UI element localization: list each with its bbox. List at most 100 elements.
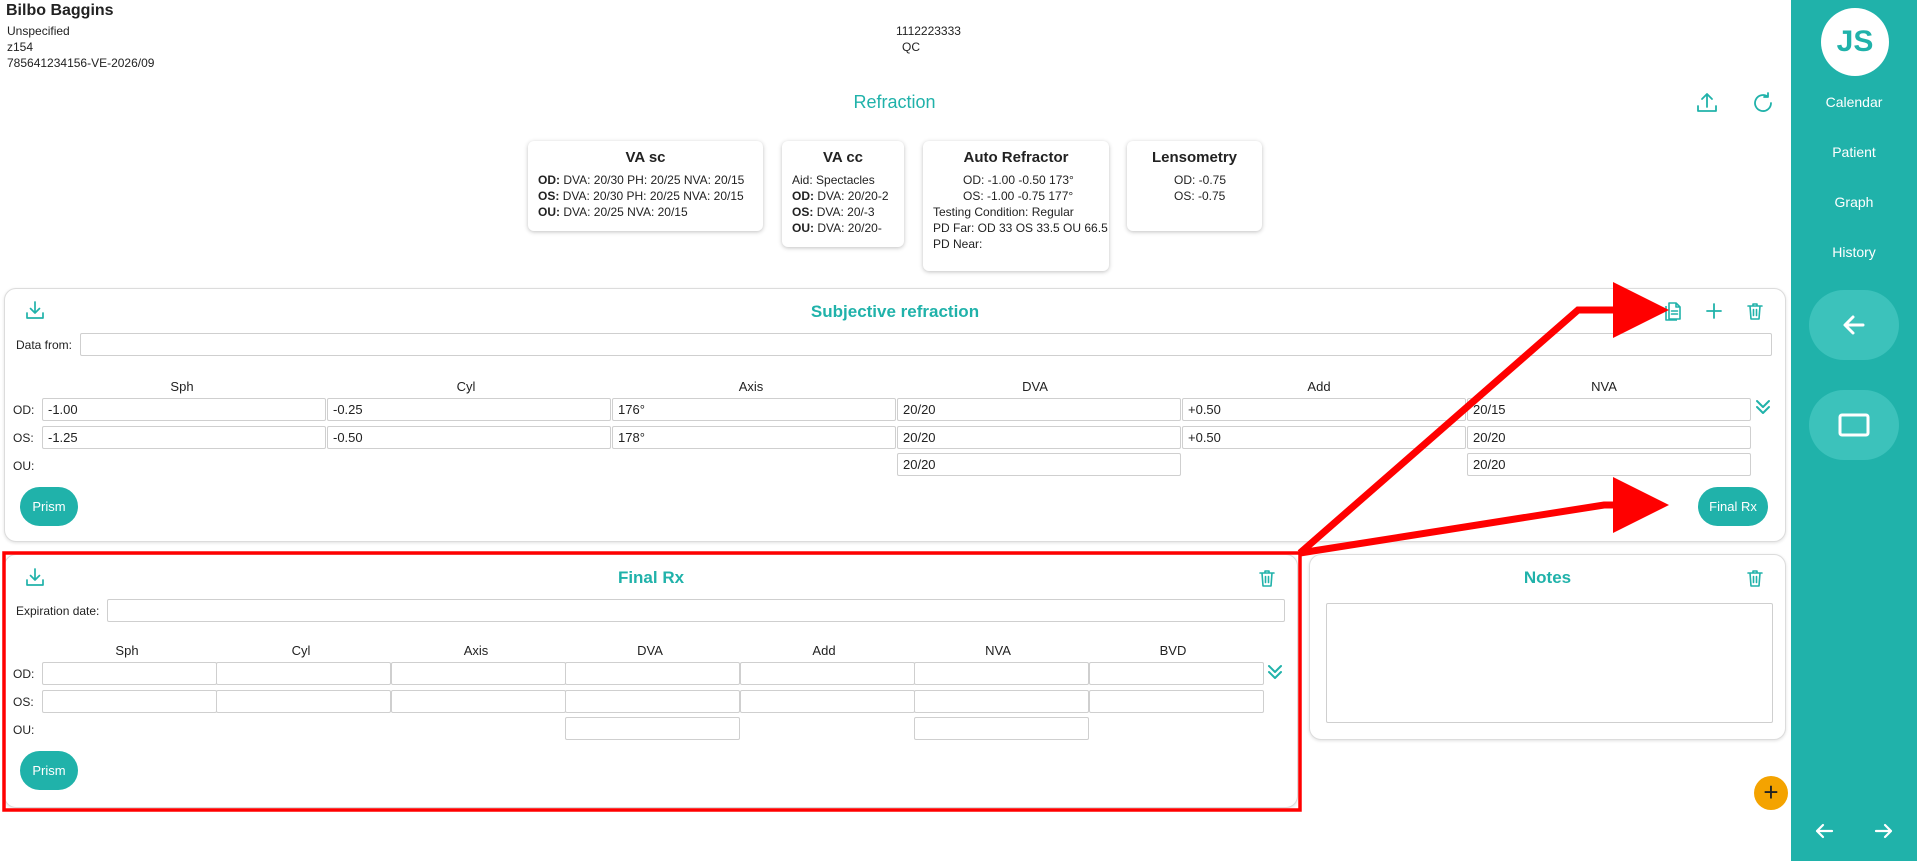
subjective-refraction-title: Subjective refraction [810, 302, 980, 321]
sidebar-item-calendar[interactable]: Calendar [1791, 94, 1917, 110]
od-axis-input[interactable] [612, 398, 896, 421]
col-dva: DVA [1022, 379, 1048, 394]
rx-os-dva-input[interactable] [565, 690, 740, 713]
auto-refractor-os: OS: -1.00 -0.75 177° [963, 189, 1074, 203]
arrow-left-icon [1815, 823, 1834, 839]
page-title: Refraction [853, 92, 936, 112]
notes-title: Notes [1523, 568, 1572, 587]
sidebar-item-patient[interactable]: Patient [1791, 144, 1917, 160]
prev-arrow-button[interactable] [1811, 818, 1837, 844]
patient-file-number: 785641234156-VE-2026/09 [7, 56, 155, 70]
add-fab-button[interactable]: + [1754, 776, 1788, 810]
row-label-ou: OU: [13, 459, 35, 473]
va-sc-title: VA sc [625, 149, 666, 166]
final-rx-title: Final Rx [617, 568, 685, 587]
rx-ou-dva-input[interactable] [565, 717, 740, 740]
ou-dva-input[interactable] [897, 453, 1181, 476]
os-nva-input[interactable] [1467, 426, 1751, 449]
plus-icon[interactable] [1703, 300, 1725, 322]
ou-nva-input[interactable] [1467, 453, 1751, 476]
trash-icon[interactable] [1256, 567, 1278, 589]
rx-col-nva: NVA [985, 643, 1011, 658]
upload-icon[interactable] [1694, 90, 1720, 116]
rx-os-cyl-input[interactable] [216, 690, 391, 713]
row-label-od: OD: [13, 403, 35, 417]
patient-gender: Unspecified [7, 24, 70, 38]
rx-od-axis-input[interactable] [391, 662, 566, 685]
sidebar-item-history[interactable]: History [1791, 244, 1917, 260]
prism-button[interactable]: Prism [20, 487, 78, 526]
os-dva-input[interactable] [897, 426, 1181, 449]
rx-os-axis-input[interactable] [391, 690, 566, 713]
rx-od-nva-input[interactable] [914, 662, 1089, 685]
va-cc-os: OS: DVA: 20/-3 [792, 205, 875, 219]
refresh-icon[interactable] [1750, 90, 1776, 116]
auto-refractor-title: Auto Refractor [963, 149, 1069, 166]
rx-od-cyl-input[interactable] [216, 662, 391, 685]
od-cyl-input[interactable] [327, 398, 611, 421]
rx-col-bvd: BVD [1159, 643, 1187, 658]
os-add-input[interactable] [1182, 426, 1466, 449]
rx-od-add-input[interactable] [740, 662, 915, 685]
rx-os-add-input[interactable] [740, 690, 915, 713]
od-nva-input[interactable] [1467, 398, 1751, 421]
va-sc-card[interactable]: VA sc OD: DVA: 20/30 PH: 20/25 NVA: 20/1… [528, 141, 763, 231]
rx-col-cyl: Cyl [291, 643, 311, 658]
va-cc-ou: OU: DVA: 20/20- [792, 221, 882, 235]
rx-os-bvd-input[interactable] [1089, 690, 1264, 713]
va-cc-card[interactable]: VA cc Aid: Spectacles OD: DVA: 20/20-2 O… [782, 141, 904, 247]
next-arrow-button[interactable] [1871, 818, 1897, 844]
rx-col-axis: Axis [463, 643, 489, 658]
window-button[interactable] [1809, 390, 1899, 460]
rx-od-dva-input[interactable] [565, 662, 740, 685]
rx-row-label-ou: OU: [13, 723, 35, 737]
trash-icon[interactable] [1744, 300, 1766, 322]
back-button[interactable] [1809, 290, 1899, 360]
col-sph: Sph [170, 379, 194, 394]
od-sph-input[interactable] [42, 398, 326, 421]
rx-os-nva-input[interactable] [914, 690, 1089, 713]
arrow-right-icon [1874, 823, 1893, 839]
copy-icon[interactable] [1662, 300, 1684, 322]
rx-ou-nva-input[interactable] [914, 717, 1089, 740]
col-cyl: Cyl [456, 379, 476, 394]
rx-prism-button[interactable]: Prism [20, 751, 78, 790]
va-sc-os: OS: DVA: 20/30 PH: 20/25 NVA: 20/15 [538, 189, 744, 203]
auto-refractor-od: OD: -1.00 -0.50 173° [963, 173, 1074, 187]
row-label-os: OS: [13, 431, 34, 445]
va-sc-od: OD: DVA: 20/30 PH: 20/25 NVA: 20/15 [538, 173, 745, 187]
rx-col-sph: Sph [115, 643, 139, 658]
square-icon [1838, 413, 1870, 437]
os-axis-input[interactable] [612, 426, 896, 449]
data-from-input[interactable] [80, 333, 1772, 356]
auto-refractor-pd-near: PD Near: [933, 237, 983, 251]
trash-icon[interactable] [1744, 567, 1766, 589]
expiration-date-input[interactable] [107, 599, 1285, 622]
chevron-double-down-icon[interactable] [1752, 396, 1774, 418]
patient-phone: 1112223333 [896, 24, 961, 38]
final-rx-button[interactable]: Final Rx [1698, 487, 1768, 526]
auto-refractor-card[interactable]: Auto Refractor OD: -1.00 -0.50 173° OS: … [923, 141, 1109, 271]
rx-od-sph-input[interactable] [42, 662, 217, 685]
sidebar-item-graph[interactable]: Graph [1791, 194, 1917, 210]
va-cc-title: VA cc [822, 149, 864, 166]
patient-province: QC [902, 40, 920, 54]
patient-id: z154 [7, 40, 34, 54]
rx-col-dva: DVA [637, 643, 663, 658]
auto-refractor-pd-far: PD Far: OD 33 OS 33.5 OU 66.5 [933, 221, 1108, 235]
avatar[interactable]: JS [1821, 8, 1889, 76]
rx-od-bvd-input[interactable] [1089, 662, 1264, 685]
chevron-double-down-icon[interactable] [1264, 661, 1286, 683]
arrow-left-icon [1843, 315, 1865, 335]
od-dva-input[interactable] [897, 398, 1181, 421]
os-sph-input[interactable] [42, 426, 326, 449]
lensometry-card[interactable]: Lensometry OD: -0.75 OS: -0.75 [1127, 141, 1262, 231]
lensometry-od: OD: -0.75 [1174, 173, 1227, 187]
auto-refractor-condition: Testing Condition: Regular [933, 205, 1074, 219]
os-cyl-input[interactable] [327, 426, 611, 449]
lensometry-title: Lensometry [1151, 149, 1238, 166]
od-add-input[interactable] [1182, 398, 1466, 421]
notes-textarea[interactable] [1326, 603, 1773, 723]
va-cc-od: OD: DVA: 20/20-2 [792, 189, 889, 203]
rx-os-sph-input[interactable] [42, 690, 217, 713]
